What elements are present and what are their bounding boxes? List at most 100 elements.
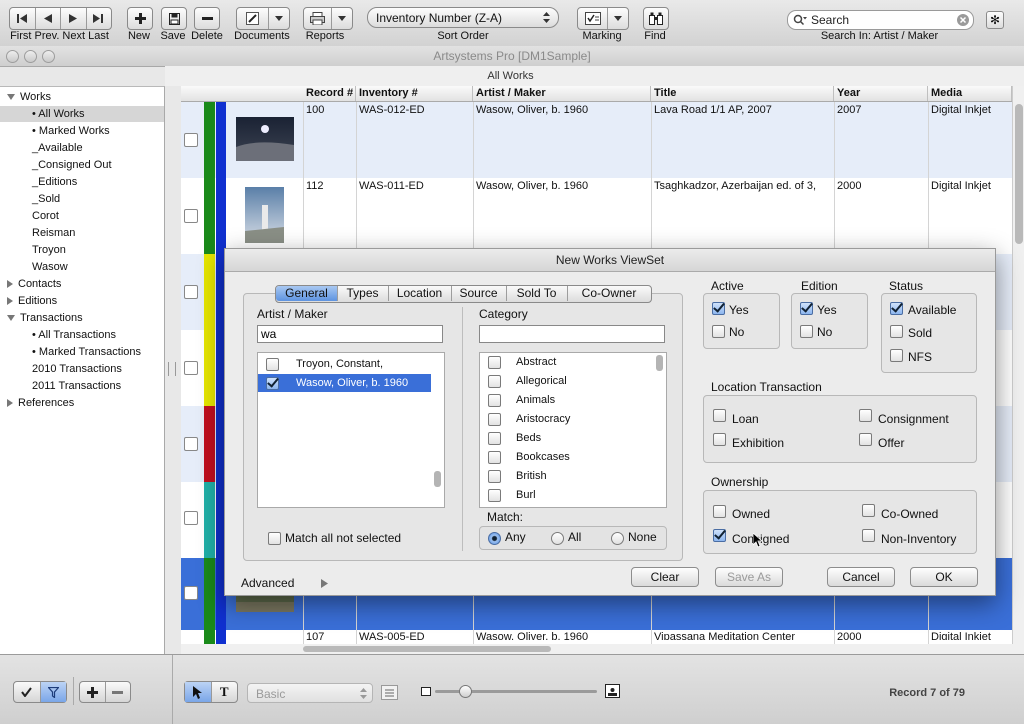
clear-search-icon[interactable] [957,14,969,26]
scrollbar-thumb[interactable] [303,646,551,652]
first-record-button[interactable] [10,8,36,29]
sidebar-item-wasow[interactable]: Wasow [32,259,68,275]
consigned-checkbox[interactable] [713,529,726,542]
owned-checkbox[interactable] [713,505,726,518]
loan-checkbox[interactable] [713,409,726,422]
tab-general[interactable]: General [276,286,338,301]
reports-button[interactable] [303,7,353,30]
category-checkbox[interactable] [488,489,501,502]
find-button[interactable] [643,7,669,30]
category-checkbox[interactable] [488,413,501,426]
add-view-button[interactable] [80,682,106,702]
sidebar-item-troyon[interactable]: Troyon [32,242,66,258]
list-item-selected[interactable]: Wasow, Oliver, b. 1960 [258,374,431,392]
column-header-inventory[interactable]: Inventory # [356,86,473,101]
text-tool-icon[interactable]: T [212,682,238,702]
disclosure-closed-icon[interactable] [321,579,328,588]
splitter-handle[interactable] [168,362,176,376]
row-checkbox[interactable] [184,511,198,525]
scrollbar-thumb[interactable] [1015,104,1023,244]
sidebar-item-consigned-out[interactable]: _Consigned Out [32,157,112,173]
status-sold-checkbox[interactable] [890,325,903,338]
sidebar-item-works[interactable]: Works [7,89,51,105]
search-field[interactable]: Search [787,10,974,30]
scrollbar-thumb[interactable] [434,471,441,487]
ok-button[interactable]: OK [910,567,978,587]
scrollbar-thumb[interactable] [656,355,663,371]
last-record-button[interactable] [87,8,112,29]
remove-view-button[interactable] [106,682,131,702]
filter-toggle[interactable] [13,681,67,703]
row-checkbox[interactable] [184,437,198,451]
next-record-button[interactable] [61,8,87,29]
column-header-record[interactable]: Record # [303,86,356,101]
status-available-checkbox[interactable] [890,302,903,315]
edition-no-checkbox[interactable] [800,325,813,338]
table-view-icon[interactable] [381,685,398,700]
advanced-label[interactable]: Advanced [241,576,294,590]
prev-record-button[interactable] [36,8,61,29]
category-checkbox[interactable] [488,356,501,369]
sidebar-item-marked-works[interactable]: • Marked Works [32,123,110,139]
sidebar-item-all-transactions[interactable]: • All Transactions [32,327,116,343]
column-header-title[interactable]: Title [651,86,834,101]
sidebar-item-sold[interactable]: _Sold [32,191,60,207]
marking-button[interactable] [577,7,629,30]
tab-co-owner[interactable]: Co-Owner [567,286,651,301]
column-header-artist[interactable]: Artist / Maker [473,86,651,101]
cancel-button[interactable]: Cancel [827,567,895,587]
tab-types[interactable]: Types [337,286,389,301]
sidebar-item-editions[interactable]: Editions [7,293,57,309]
pointer-tool-icon[interactable] [185,682,212,702]
status-nfs-checkbox[interactable] [890,349,903,362]
column-header-year[interactable]: Year [834,86,928,101]
documents-button[interactable] [236,7,290,30]
sidebar-item-available[interactable]: _Available [32,140,83,156]
filter-funnel-icon[interactable] [40,682,66,702]
clear-button[interactable]: Clear [631,567,699,587]
row-checkbox[interactable] [184,209,198,223]
artwork-thumbnail[interactable] [236,117,294,161]
column-header-media[interactable]: Media [928,86,1012,101]
active-no-checkbox[interactable] [712,325,725,338]
artwork-thumbnail[interactable] [245,187,284,243]
row-checkbox[interactable] [184,361,198,375]
category-checkbox[interactable] [488,470,501,483]
vertical-scrollbar[interactable] [1012,86,1024,644]
sidebar-item-references[interactable]: References [7,395,74,411]
tab-sold-to[interactable]: Sold To [506,286,568,301]
edition-yes-checkbox[interactable] [800,302,813,315]
artist-checkbox[interactable] [266,377,279,390]
category-list[interactable]: Abstract Allegorical Animals Aristocracy… [479,352,667,508]
sidebar-item-2011-transactions[interactable]: 2011 Transactions [32,378,121,394]
artist-list[interactable]: Troyon, Constant, Wasow, Oliver, b. 1960 [257,352,445,508]
match-all-not-selected-checkbox[interactable] [268,532,281,545]
sidebar-item-transactions[interactable]: Transactions [7,310,83,326]
sidebar-item-2010-transactions[interactable]: 2010 Transactions [32,361,122,377]
checkmark-icon[interactable] [14,682,41,702]
offer-checkbox[interactable] [859,433,872,446]
slider-knob[interactable] [459,685,472,698]
category-checkbox[interactable] [488,394,501,407]
list-item[interactable]: Troyon, Constant, [258,355,431,373]
row-checkbox[interactable] [184,285,198,299]
artist-checkbox[interactable] [266,358,279,371]
active-yes-checkbox[interactable] [712,302,725,315]
new-button[interactable] [127,7,153,30]
sidebar-item-contacts[interactable]: Contacts [7,276,61,292]
category-checkbox[interactable] [488,432,501,445]
layout-select[interactable]: Basic [247,683,373,703]
sidebar-item-corot[interactable]: Corot [32,208,59,224]
save-button[interactable] [161,7,187,30]
category-filter-input[interactable] [479,325,665,343]
exhibition-checkbox[interactable] [713,433,726,446]
sidebar-item-editions-view[interactable]: _Editions [32,174,77,190]
save-as-button[interactable]: Save As [715,567,783,587]
tab-source[interactable]: Source [451,286,507,301]
match-all-radio[interactable] [551,532,564,545]
tab-location[interactable]: Location [388,286,452,301]
row-checkbox[interactable] [184,133,198,147]
co-owned-checkbox[interactable] [862,504,875,517]
sidebar-item-marked-transactions[interactable]: • Marked Transactions [32,344,141,360]
row-checkbox[interactable] [184,586,198,600]
